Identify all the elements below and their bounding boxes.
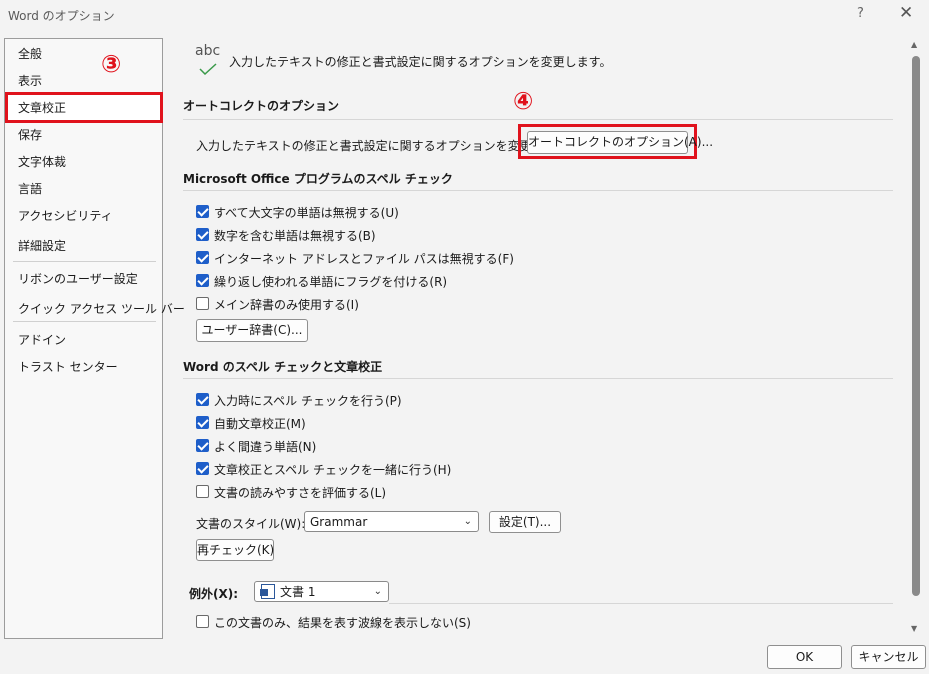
exceptions-document-value: 文書 1 — [280, 585, 316, 599]
checkbox-label: 繰り返し使われる単語にフラグを付ける(R) — [214, 275, 448, 289]
scroll-up-icon[interactable]: ▲ — [911, 40, 917, 49]
chevron-down-icon: ⌄ — [463, 516, 472, 527]
checkbox-box[interactable] — [196, 393, 209, 406]
nav-item-addins[interactable]: アドイン — [18, 331, 66, 348]
nav-item-qat[interactable]: クイック アクセス ツール バー — [18, 300, 185, 317]
nav-item-general[interactable]: 全般 — [18, 45, 42, 62]
exceptions-label: 例外(X): — [189, 587, 239, 601]
chevron-down-icon: ⌄ — [373, 586, 382, 597]
window-title: Word のオプション — [8, 9, 115, 23]
checkbox-label: すべて大文字の単語は無視する(U) — [214, 206, 399, 220]
page-description: 入力したテキストの修正と書式設定に関するオプションを変更します。 — [229, 55, 612, 69]
nav-item-language[interactable]: 言語 — [18, 180, 42, 197]
checkbox-label: インターネット アドレスとファイル パスは無視する(F) — [214, 252, 514, 266]
autocorrect-options-button[interactable]: オートコレクトのオプション(A)... — [527, 131, 713, 154]
nav-item-display[interactable]: 表示 — [18, 72, 42, 89]
recheck-button[interactable]: 再チェック(K) — [196, 539, 274, 561]
nav-item-proofing[interactable]: 文章校正 — [18, 99, 66, 116]
checkbox-box[interactable] — [196, 485, 209, 498]
settings-button[interactable]: 設定(T)... — [489, 511, 561, 533]
abc-icon-text: abc — [195, 43, 221, 59]
custom-dictionaries-button[interactable]: ユーザー辞書(C)... — [196, 319, 308, 342]
help-icon[interactable]: ? — [857, 6, 864, 21]
scrollbar-thumb[interactable] — [912, 56, 920, 596]
checkbox-box[interactable] — [196, 439, 209, 452]
content-clip — [180, 632, 910, 642]
checkbox-label: 文書の読みやすさを評価する(L) — [214, 486, 387, 500]
writing-style-label: 文書のスタイル(W): — [196, 517, 306, 531]
checkbox-box[interactable] — [196, 416, 209, 429]
writing-style-value: Grammar — [310, 515, 368, 529]
checkbox-label: この文書のみ、結果を表す波線を表示しない(S) — [214, 616, 471, 630]
scroll-down-icon[interactable]: ▼ — [911, 624, 917, 633]
section-divider — [389, 603, 893, 604]
section-divider — [183, 119, 893, 120]
cancel-button[interactable]: キャンセル — [851, 645, 926, 669]
section-title-autocorrect: オートコレクトのオプション — [183, 99, 340, 113]
nav-item-save[interactable]: 保存 — [18, 126, 42, 143]
checkbox-label: メイン辞書のみ使用する(I) — [214, 298, 359, 312]
nav-divider — [13, 261, 156, 262]
callout-step-4: ④ — [513, 87, 534, 115]
word-document-icon — [260, 584, 275, 599]
title-bar: Word のオプション ? ✕ — [0, 0, 929, 30]
checkbox-label: よく間違う単語(N) — [214, 440, 317, 454]
checkbox-box[interactable] — [196, 251, 209, 264]
category-nav: 全般 表示 文章校正 保存 文字体裁 言語 アクセシビリティ 詳細設定 リボンの… — [4, 38, 185, 639]
checkbox-box[interactable] — [196, 297, 209, 310]
section-title-office-spelling: Microsoft Office プログラムのスペル チェック — [183, 172, 453, 186]
section-divider — [183, 190, 893, 191]
checkbox-label: 数字を含む単語は無視する(B) — [214, 229, 376, 243]
checkbox-box[interactable] — [196, 462, 209, 475]
nav-item-ribbon[interactable]: リボンのユーザー設定 — [18, 270, 138, 287]
writing-style-select[interactable]: Grammar ⌄ — [304, 511, 479, 532]
nav-item-typography[interactable]: 文字体裁 — [18, 153, 66, 170]
checkbox-label: 入力時にスペル チェックを行う(P) — [214, 394, 402, 408]
callout-step-3: ③ — [101, 50, 122, 78]
checkbox-box[interactable] — [196, 274, 209, 287]
checkbox-box[interactable] — [196, 228, 209, 241]
checkbox-box[interactable] — [196, 205, 209, 218]
nav-item-accessibility[interactable]: アクセシビリティ — [18, 207, 113, 224]
checkbox-label: 自動文章校正(M) — [214, 417, 306, 431]
checkbox-box[interactable] — [196, 615, 209, 628]
nav-item-trust-center[interactable]: トラスト センター — [18, 358, 118, 375]
section-title-word-spelling: Word のスペル チェックと文章校正 — [183, 360, 383, 374]
section-divider — [183, 378, 893, 379]
nav-divider — [13, 321, 156, 322]
checkbox-label: 文章校正とスペル チェックを一緒に行う(H) — [214, 463, 452, 477]
close-icon[interactable]: ✕ — [899, 3, 913, 23]
ok-button[interactable]: OK — [767, 645, 842, 669]
checkmark-icon — [199, 63, 217, 75]
nav-item-advanced[interactable]: 詳細設定 — [18, 237, 66, 254]
